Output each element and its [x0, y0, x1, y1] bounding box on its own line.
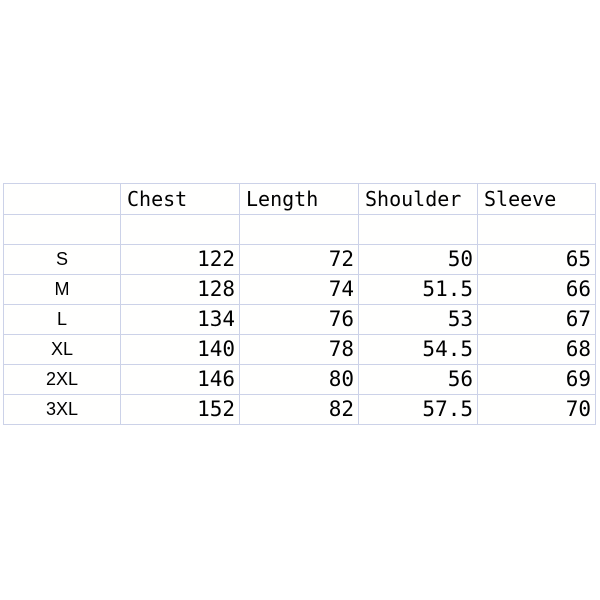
cell-sleeve: 70: [477, 394, 596, 425]
table-row: L 134 76 53 67: [3, 304, 596, 335]
table-row: 2XL 146 80 56 69: [3, 364, 596, 395]
value-sleeve: 70: [565, 397, 591, 421]
value-size: M: [54, 279, 70, 299]
value-sleeve: 68: [565, 337, 591, 361]
cell-size: 2XL: [3, 364, 121, 395]
cell-chest: 134: [120, 304, 240, 335]
header-cell-length: Length: [239, 183, 359, 215]
value-size: S: [55, 249, 68, 269]
spacer-cell-shoulder: [358, 214, 478, 245]
cell-chest: 122: [120, 244, 240, 275]
value-chest: 128: [197, 277, 235, 301]
table-row: 3XL 152 82 57.5 70: [3, 394, 596, 425]
size-chart-table: Chest Length Shoulder Sleeve S 122 72 50…: [3, 183, 596, 425]
value-chest: 152: [197, 397, 235, 421]
value-chest: 134: [197, 307, 235, 331]
header-label-sleeve: Sleeve: [484, 187, 557, 211]
spacer-cell-chest: [120, 214, 240, 245]
cell-length: 80: [239, 364, 359, 395]
value-sleeve: 65: [565, 247, 591, 271]
value-length: 74: [328, 277, 354, 301]
cell-chest: 140: [120, 334, 240, 365]
cell-chest: 152: [120, 394, 240, 425]
table-spacer-row: [3, 214, 596, 245]
cell-sleeve: 66: [477, 274, 596, 305]
cell-chest: 146: [120, 364, 240, 395]
page-canvas: Chest Length Shoulder Sleeve S 122 72 50…: [0, 0, 600, 600]
value-chest: 140: [197, 337, 235, 361]
value-shoulder: 50: [447, 247, 473, 271]
cell-length: 78: [239, 334, 359, 365]
value-shoulder: 54.5: [422, 337, 473, 361]
value-chest: 146: [197, 367, 235, 391]
cell-size: XL: [3, 334, 121, 365]
cell-shoulder: 57.5: [358, 394, 478, 425]
cell-length: 76: [239, 304, 359, 335]
cell-sleeve: 68: [477, 334, 596, 365]
value-size: L: [56, 309, 67, 329]
value-size: XL: [50, 339, 74, 359]
value-size: 3XL: [45, 399, 79, 419]
table-header-row: Chest Length Shoulder Sleeve: [3, 183, 596, 215]
cell-length: 74: [239, 274, 359, 305]
cell-size: 3XL: [3, 394, 121, 425]
cell-size: L: [3, 304, 121, 335]
cell-sleeve: 65: [477, 244, 596, 275]
header-cell-size: [3, 183, 121, 215]
header-cell-shoulder: Shoulder: [358, 183, 478, 215]
value-length: 72: [328, 247, 354, 271]
value-length: 80: [328, 367, 354, 391]
value-length: 78: [328, 337, 354, 361]
cell-shoulder: 53: [358, 304, 478, 335]
table-row: S 122 72 50 65: [3, 244, 596, 275]
cell-shoulder: 51.5: [358, 274, 478, 305]
table-row: M 128 74 51.5 66: [3, 274, 596, 305]
header-label-shoulder: Shoulder: [365, 187, 462, 211]
table-row: XL 140 78 54.5 68: [3, 334, 596, 365]
cell-length: 72: [239, 244, 359, 275]
cell-shoulder: 50: [358, 244, 478, 275]
cell-chest: 128: [120, 274, 240, 305]
header-label-chest: Chest: [127, 187, 188, 211]
cell-sleeve: 69: [477, 364, 596, 395]
value-shoulder: 56: [447, 367, 473, 391]
spacer-cell-size: [3, 214, 121, 245]
value-size: 2XL: [45, 369, 79, 389]
cell-length: 82: [239, 394, 359, 425]
value-shoulder: 51.5: [422, 277, 473, 301]
value-shoulder: 57.5: [422, 397, 473, 421]
value-sleeve: 66: [565, 277, 591, 301]
spacer-cell-sleeve: [477, 214, 596, 245]
spacer-cell-length: [239, 214, 359, 245]
value-length: 76: [328, 307, 354, 331]
value-sleeve: 69: [565, 367, 591, 391]
cell-shoulder: 56: [358, 364, 478, 395]
value-sleeve: 67: [565, 307, 591, 331]
cell-sleeve: 67: [477, 304, 596, 335]
value-shoulder: 53: [447, 307, 473, 331]
header-label-length: Length: [246, 187, 319, 211]
cell-size: S: [3, 244, 121, 275]
value-length: 82: [328, 397, 354, 421]
cell-shoulder: 54.5: [358, 334, 478, 365]
value-chest: 122: [197, 247, 235, 271]
header-cell-sleeve: Sleeve: [477, 183, 596, 215]
header-cell-chest: Chest: [120, 183, 240, 215]
cell-size: M: [3, 274, 121, 305]
